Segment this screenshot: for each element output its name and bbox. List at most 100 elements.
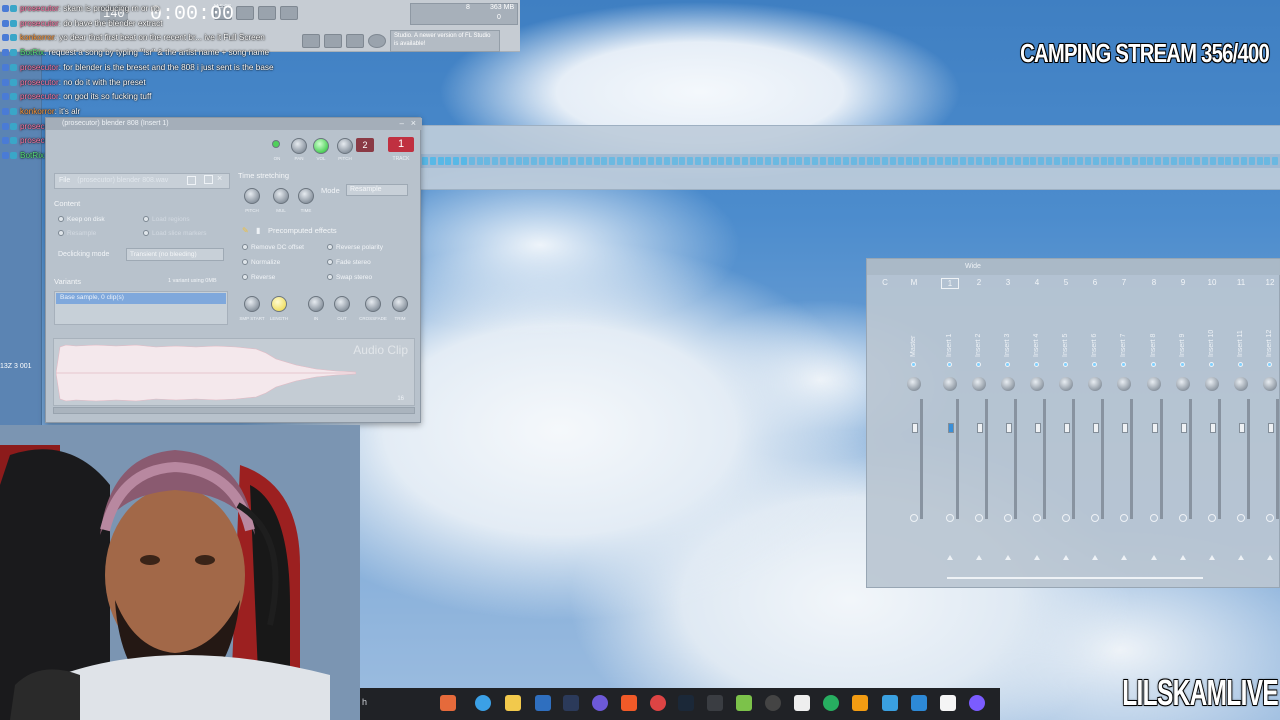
clear-icon[interactable]: × (217, 173, 222, 183)
playlist-step[interactable] (944, 157, 951, 165)
playlist-step[interactable] (718, 157, 725, 165)
send-arrow-icon[interactable] (1063, 555, 1069, 560)
mixer-channel-number[interactable]: M (905, 278, 923, 287)
reverse-option[interactable]: Reverse (242, 274, 275, 281)
toolbar-button[interactable] (346, 34, 364, 48)
mute-led-icon[interactable] (976, 362, 981, 367)
folder-icon[interactable] (505, 695, 521, 711)
playlist-step[interactable] (679, 157, 686, 165)
mixer-scrollbar[interactable] (947, 577, 1203, 579)
pan-knob[interactable] (972, 377, 986, 391)
load-regions-option[interactable]: Load regions (143, 216, 190, 223)
mixer-channel-number[interactable]: C (876, 278, 894, 287)
mute-led-icon[interactable] (1238, 362, 1243, 367)
playlist-step[interactable] (960, 157, 967, 165)
mixer-track-name[interactable]: Insert 5 (1062, 334, 1069, 357)
playlist-step[interactable] (585, 157, 592, 165)
playlist-step[interactable] (936, 157, 943, 165)
route-icon[interactable] (1091, 514, 1099, 522)
route-icon[interactable] (946, 514, 954, 522)
photoshop-icon[interactable] (563, 695, 579, 711)
paint-icon[interactable] (440, 695, 456, 711)
swap-stereo-option[interactable]: Swap stereo (327, 274, 372, 281)
close-icon[interactable]: × (411, 118, 416, 128)
mixer-track-name[interactable]: Master (910, 336, 917, 357)
toolbar-button[interactable] (236, 6, 254, 20)
playlist-step[interactable] (905, 157, 912, 165)
toolbar-button[interactable] (258, 6, 276, 20)
volume-fader[interactable] (1006, 423, 1012, 433)
chat-username[interactable]: konkorror (20, 33, 55, 42)
chat-username[interactable]: prosecutor (20, 78, 59, 87)
mixer-track-name[interactable]: Insert 1 (946, 334, 953, 357)
mixer-track-name[interactable]: Insert 12 (1266, 330, 1273, 357)
playlist-step[interactable] (1217, 157, 1224, 165)
playlist-step[interactable] (1077, 157, 1084, 165)
playlist-step[interactable] (819, 157, 826, 165)
volume-fader[interactable] (1210, 423, 1216, 433)
fl-studio-icon[interactable] (852, 695, 868, 711)
playlist-step[interactable] (593, 157, 600, 165)
playlist-step[interactable] (468, 157, 475, 165)
mixer-channel-number[interactable]: 6 (1086, 278, 1104, 287)
mixer-track-name[interactable]: Insert 4 (1033, 334, 1040, 357)
discord-icon[interactable] (592, 695, 608, 711)
playlist-step[interactable] (609, 157, 616, 165)
volume-fader[interactable] (912, 423, 918, 433)
normalize-option[interactable]: Normalize (242, 259, 280, 266)
playlist-step[interactable] (671, 157, 678, 165)
toolbar-button[interactable] (368, 34, 386, 48)
edge-icon[interactable] (475, 695, 491, 711)
playlist-step[interactable] (1264, 157, 1271, 165)
volume-fader[interactable] (1122, 423, 1128, 433)
playlist-step[interactable] (975, 157, 982, 165)
mixer-track-name[interactable]: Insert 7 (1120, 334, 1127, 357)
pan-knob[interactable] (907, 377, 921, 391)
pitch-knob[interactable] (337, 138, 353, 154)
playlist-step[interactable] (1272, 157, 1279, 165)
mixer-channel-number[interactable]: 12 (1261, 278, 1279, 287)
stretch-time-knob[interactable] (298, 188, 314, 204)
playlist-step[interactable] (999, 157, 1006, 165)
playlist-step[interactable] (1092, 157, 1099, 165)
pan-knob[interactable] (1176, 377, 1190, 391)
fade-stereo-option[interactable]: Fade stereo (327, 259, 371, 266)
playlist-step[interactable] (507, 157, 514, 165)
mixer-channel-number[interactable]: 5 (1057, 278, 1075, 287)
playlist-step[interactable] (1014, 157, 1021, 165)
playlist-step[interactable] (461, 157, 467, 165)
playlist-step[interactable] (874, 157, 881, 165)
mixer-channel-number[interactable]: 4 (1028, 278, 1046, 287)
notepad-icon[interactable] (882, 695, 898, 711)
mixer-channel-number[interactable]: 2 (970, 278, 988, 287)
playlist-step[interactable] (1100, 157, 1107, 165)
mode-select[interactable]: Resample (346, 184, 408, 196)
playlist-step[interactable] (1131, 157, 1138, 165)
remove-dc-option[interactable]: Remove DC offset (242, 244, 304, 251)
trim-knob[interactable] (392, 296, 408, 312)
route-icon[interactable] (1150, 514, 1158, 522)
mixer-track-name[interactable]: Insert 3 (1004, 334, 1011, 357)
power-led-icon[interactable] (272, 140, 280, 148)
route-icon[interactable] (1237, 514, 1245, 522)
playlist-step[interactable] (726, 157, 733, 165)
mixer-channel-number[interactable]: 7 (1115, 278, 1133, 287)
mixer-channel-number[interactable]: 10 (1203, 278, 1221, 287)
playlist-step[interactable] (890, 157, 896, 165)
send-arrow-icon[interactable] (1267, 555, 1273, 560)
route-icon[interactable] (1062, 514, 1070, 522)
pan-knob[interactable] (1088, 377, 1102, 391)
game-icon[interactable] (736, 695, 752, 711)
send-arrow-icon[interactable] (1180, 555, 1186, 560)
mute-led-icon[interactable] (1151, 362, 1156, 367)
playlist-step[interactable] (1256, 157, 1263, 165)
playlist-step[interactable] (835, 157, 842, 165)
playlist-step[interactable] (843, 157, 850, 165)
playlist-step[interactable] (796, 157, 803, 165)
route-icon[interactable] (1208, 514, 1216, 522)
reverse-polarity-option[interactable]: Reverse polarity (327, 244, 383, 251)
variant-item[interactable]: Base sample, 0 clip(s) (56, 293, 226, 304)
pan-knob[interactable] (291, 138, 307, 154)
playlist-step[interactable] (804, 157, 811, 165)
toolbar-button[interactable] (280, 6, 298, 20)
